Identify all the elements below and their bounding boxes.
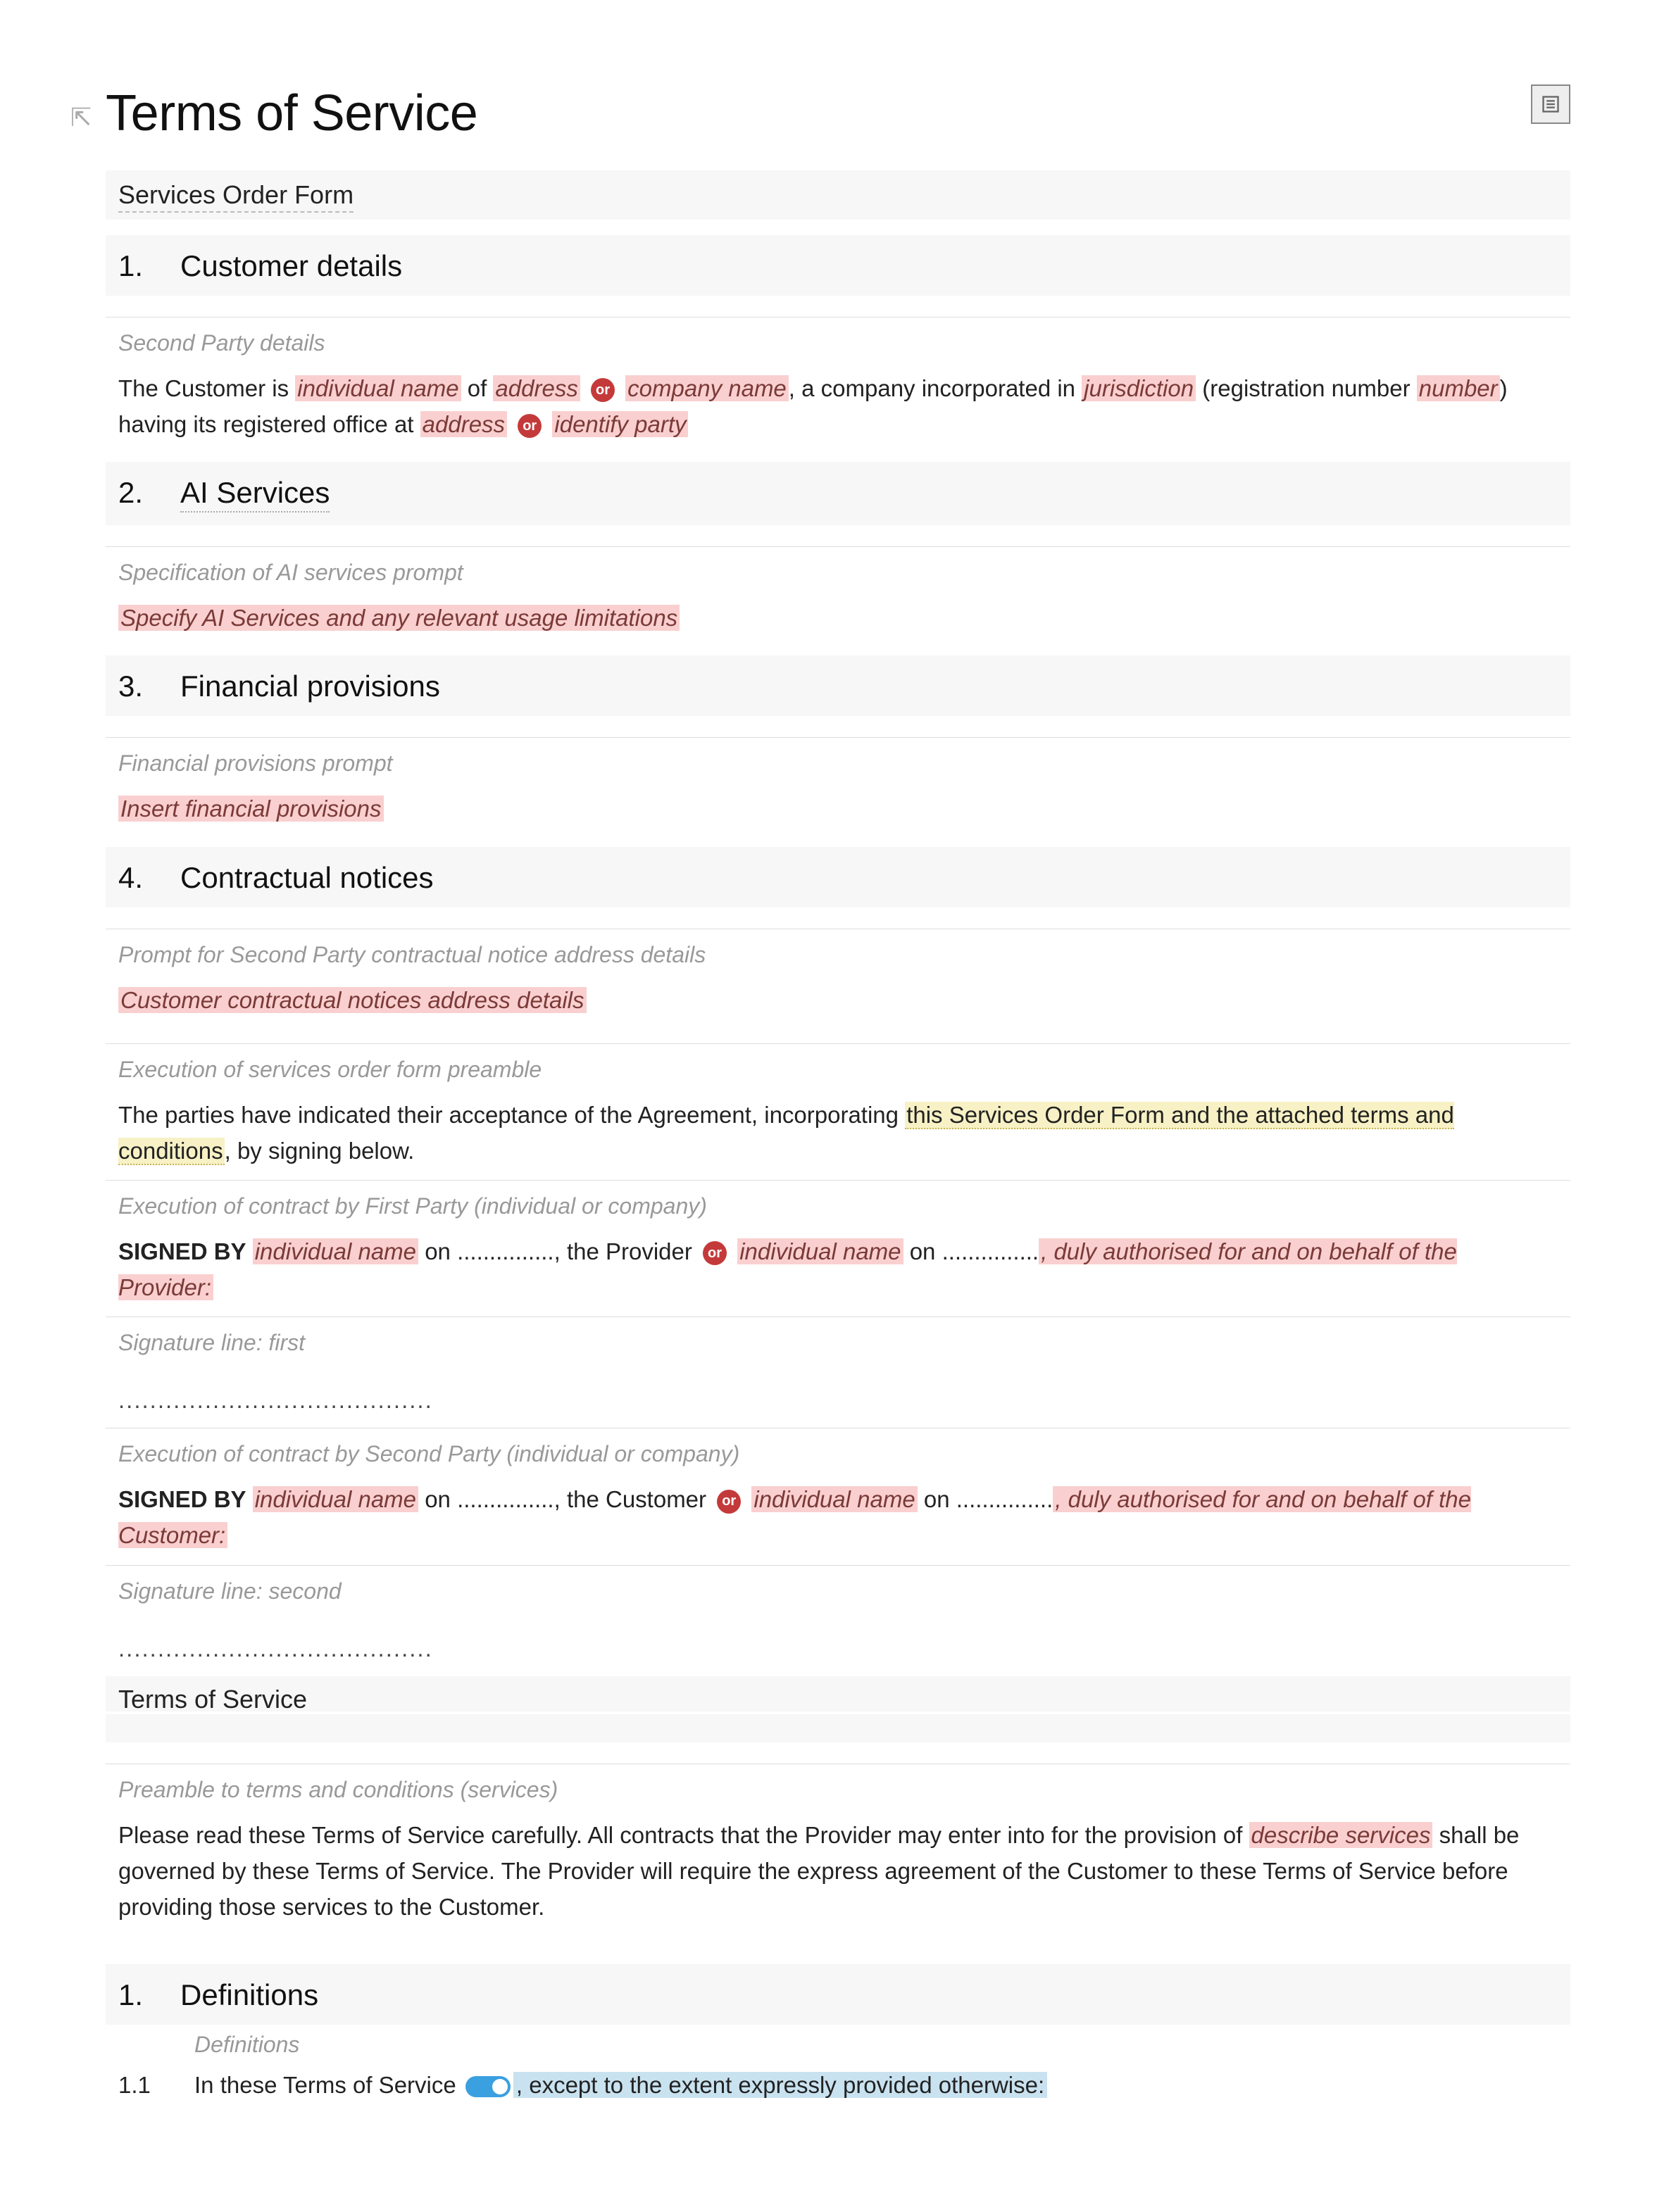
title-group: ⇱ Terms of Service [70,84,477,142]
document-body: Services Order Form 1. Customer details … [106,170,1570,2106]
section-number: 3. [118,670,146,703]
toggle-switch[interactable] [465,2076,511,2097]
placeholder-notice[interactable]: Customer contractual notices address det… [118,987,587,1013]
section-title: Definitions [180,1978,318,2012]
placeholder-jurisdiction[interactable]: jurisdiction [1082,375,1196,401]
signed-by-label: SIGNED BY [118,1238,246,1264]
form-title-band: Services Order Form [106,170,1570,220]
signed-by-label: SIGNED BY [118,1486,246,1512]
text-fragment: on ............... [903,1238,1039,1264]
or-badge-icon[interactable]: or [717,1490,741,1514]
section-heading-ai: 2. AI Services [106,462,1570,525]
section-title: Customer details [180,249,402,283]
section-heading-customer: 1. Customer details [106,235,1570,296]
placeholder-individual-name[interactable]: individual name [253,1238,418,1264]
tos-subtitle: Terms of Service [118,1685,307,1714]
text-fragment: , by signing below. [225,1138,415,1164]
placeholder-number[interactable]: number [1417,375,1500,401]
section-number: 2. [118,476,146,513]
section-title: Contractual notices [180,861,434,895]
placeholder-identify-party[interactable]: identify party [552,411,688,437]
outline-icon[interactable] [1531,84,1570,124]
prompt-exec-first: Execution of contract by First Party (in… [106,1180,1570,1229]
section-number: 1. [118,249,146,283]
text-fragment: of [461,375,494,401]
customer-details-text: The Customer is individual name of addre… [106,366,1570,446]
ai-services-body: Specify AI Services and any relevant usa… [106,596,1570,640]
text-fragment: (registration number [1196,375,1417,401]
exec-preamble-text: The parties have indicated their accepta… [106,1093,1570,1173]
placeholder-address[interactable]: address [493,375,580,401]
text-fragment: The parties have indicated their accepta… [118,1102,905,1128]
section-title[interactable]: AI Services [180,476,330,513]
text-fragment: , the Provider [554,1238,699,1264]
placeholder-ai-spec[interactable]: Specify AI Services and any relevant usa… [118,605,680,631]
or-badge-icon[interactable]: or [703,1241,727,1265]
tos-subtitle-band: Terms of Service [106,1676,1570,1742]
prompt-preamble-tc: Preamble to terms and conditions (servic… [106,1764,1570,1813]
prompt-second-party: Second Party details [106,317,1570,366]
clause-text: In these Terms of Service , except to th… [194,2072,1047,2099]
section-heading-financial: 3. Financial provisions [106,655,1570,716]
definitions-label: Definitions [194,2032,299,2058]
placeholder-individual-name[interactable]: individual name [737,1238,903,1264]
form-title: Services Order Form [118,180,354,213]
text-fragment: , the Customer [554,1486,713,1512]
prompt-notice: Prompt for Second Party contractual noti… [106,929,1570,978]
prompt-exec-second: Execution of contract by Second Party (i… [106,1428,1570,1477]
page-title: Terms of Service [106,84,477,142]
text-fragment: Please read these Terms of Service caref… [118,1822,1249,1848]
text-fragment: The Customer is [118,375,295,401]
placeholder-address-2[interactable]: address [420,411,507,437]
highlight-except-clause[interactable]: , except to the extent expressly provide… [513,2072,1047,2098]
placeholder-individual-name[interactable]: individual name [751,1486,917,1512]
text-fragment: on ............... [418,1486,554,1512]
or-badge-icon[interactable]: or [591,378,615,402]
text-fragment: In these Terms of Service [194,2072,463,2098]
or-badge-icon[interactable]: or [518,414,542,438]
placeholder-individual-name[interactable]: individual name [295,375,461,401]
placeholder-individual-name[interactable]: individual name [253,1486,418,1512]
prompt-sig-second: Signature line: second [106,1565,1570,1614]
text-fragment: , a company incorporated in [789,375,1082,401]
prompt-exec-preamble: Execution of services order form preambl… [106,1043,1570,1093]
placeholder-company-name[interactable]: company name [625,375,789,401]
signature-line-first[interactable]: ........................................ [106,1366,1570,1421]
prompt-ai-spec: Specification of AI services prompt [106,546,1570,596]
text-fragment: on ............... [418,1238,554,1264]
prompt-financial: Financial provisions prompt [106,737,1570,786]
clause-number: 1.1 [118,2072,161,2099]
definition-1-1: 1.1 In these Terms of Service , except t… [106,2065,1570,2106]
document-header: ⇱ Terms of Service [70,84,1570,142]
definitions-label-row: Definitions [106,2025,1570,2065]
prompt-sig-first: Signature line: first [106,1316,1570,1366]
text-fragment: on ............... [918,1486,1053,1512]
signature-line-second[interactable]: ........................................ [106,1614,1570,1669]
notice-body: Customer contractual notices address det… [106,978,1570,1022]
placeholder-financial[interactable]: Insert financial provisions [118,796,384,822]
placeholder-describe-services[interactable]: describe services [1249,1822,1433,1848]
section-number: 4. [118,861,146,895]
section-title: Financial provisions [180,670,440,703]
exec-first-text: SIGNED BY individual name on ...........… [106,1229,1570,1309]
link-anchor-icon[interactable]: ⇱ [70,103,92,132]
section-heading-notices: 4. Contractual notices [106,847,1570,907]
exec-second-text: SIGNED BY individual name on ...........… [106,1477,1570,1557]
section-number: 1. [118,1978,146,2012]
section-heading-definitions: 1. Definitions [106,1964,1570,2025]
financial-body: Insert financial provisions [106,786,1570,831]
preamble-text: Please read these Terms of Service caref… [106,1813,1570,1929]
